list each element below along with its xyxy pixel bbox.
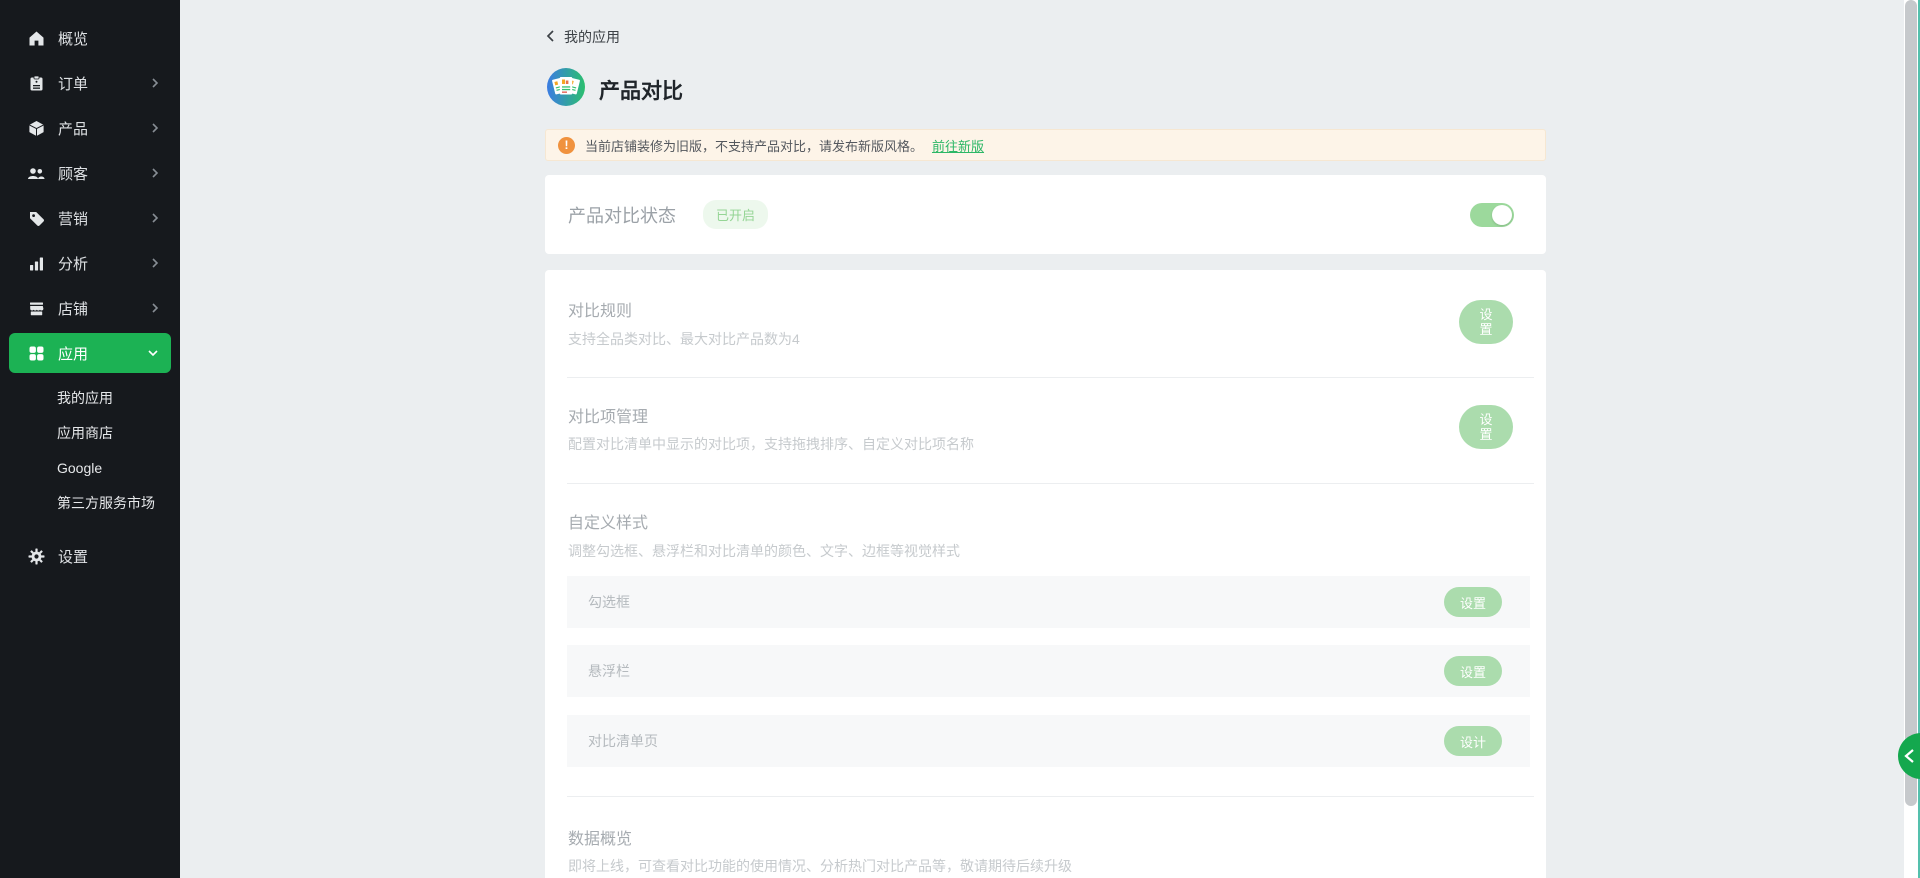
sidebar-subitem-my-apps[interactable]: 我的应用 <box>0 380 180 415</box>
section-title-custom-style: 自定义样式 <box>568 509 648 533</box>
divider <box>567 483 1534 484</box>
sidebar-item-overview[interactable]: 概览 <box>9 18 171 58</box>
subitem-label: 第三方服务市场 <box>57 493 155 513</box>
sidebar-item-label: 应用 <box>58 343 88 364</box>
status-badge: 已开启 <box>703 200 768 229</box>
go-new-version-link[interactable]: 前往新版 <box>932 136 984 155</box>
compare-rules-settings-button[interactable]: 设置 <box>1459 300 1513 344</box>
toggle-knob <box>1492 205 1512 225</box>
divider <box>567 377 1534 378</box>
app-logo-icon <box>547 68 585 111</box>
settings-card: 对比规则 支持全品类对比、最大对比产品数为4 设置 对比项管理 配置对比清单中显… <box>545 270 1546 878</box>
sidebar-item-analytics[interactable]: 分析 <box>9 243 171 283</box>
sidebar-item-products[interactable]: 产品 <box>9 108 171 148</box>
orders-icon <box>27 74 45 92</box>
row-label: 悬浮栏 <box>588 661 630 681</box>
scrollbar-thumb[interactable] <box>1905 0 1917 806</box>
store-icon <box>27 299 45 317</box>
section-subtitle-compare-rules: 支持全品类对比、最大对比产品数为4 <box>568 329 800 349</box>
apps-icon <box>27 344 45 362</box>
products-icon <box>27 119 45 137</box>
chevron-down-icon <box>147 349 159 357</box>
sidebar-item-orders[interactable]: 订单 <box>9 63 171 103</box>
sidebar-item-marketing[interactable]: 营销 <box>9 198 171 238</box>
sidebar-item-apps[interactable]: 应用 <box>9 333 171 373</box>
status-toggle[interactable] <box>1470 203 1514 227</box>
back-link[interactable]: 我的应用 <box>545 27 620 47</box>
subitem-label: 应用商店 <box>57 423 113 443</box>
style-row-compare-list-page: 对比清单页 设计 <box>567 715 1530 767</box>
sidebar-item-settings[interactable]: 设置 <box>9 536 171 576</box>
page-title: 产品对比 <box>599 75 683 105</box>
style-row-floating-bar: 悬浮栏 设置 <box>567 645 1530 697</box>
sidebar-item-label: 分析 <box>58 253 88 274</box>
customers-icon <box>27 164 45 182</box>
back-label: 我的应用 <box>564 27 620 47</box>
chevron-right-icon <box>151 167 159 179</box>
apps-submenu: 我的应用 应用商店 Google 第三方服务市场 <box>0 378 180 520</box>
subitem-label: 我的应用 <box>57 388 113 408</box>
compare-list-design-button[interactable]: 设计 <box>1444 726 1502 756</box>
main-area: 我的应用 <box>180 0 1920 878</box>
analytics-icon <box>27 254 45 272</box>
sidebar-item-label: 产品 <box>58 118 88 139</box>
sidebar-item-label: 订单 <box>58 73 88 94</box>
sidebar: 概览 订单 产品 顾客 营销 <box>0 0 180 878</box>
sidebar-item-label: 店铺 <box>58 298 88 319</box>
floating-bar-settings-button[interactable]: 设置 <box>1444 656 1502 686</box>
style-row-checkbox: 勾选框 设置 <box>567 576 1530 628</box>
section-subtitle-compare-items: 配置对比清单中显示的对比项，支持拖拽排序、自定义对比项名称 <box>568 434 974 454</box>
page-header: 产品对比 <box>547 68 683 111</box>
home-icon <box>27 29 45 47</box>
status-card: 产品对比状态 已开启 <box>545 175 1546 254</box>
section-subtitle-custom-style: 调整勾选框、悬浮栏和对比清单的颜色、文字、边框等视觉样式 <box>568 541 960 561</box>
warning-icon: ! <box>558 137 575 154</box>
chevron-right-icon <box>151 77 159 89</box>
sidebar-subitem-third-party-market[interactable]: 第三方服务市场 <box>0 485 180 520</box>
chevron-left-icon <box>1903 748 1915 764</box>
checkbox-settings-button[interactable]: 设置 <box>1444 587 1502 617</box>
compare-items-settings-button[interactable]: 设置 <box>1459 405 1513 449</box>
chevron-right-icon <box>151 257 159 269</box>
status-title: 产品对比状态 <box>568 202 676 228</box>
sidebar-item-customers[interactable]: 顾客 <box>9 153 171 193</box>
row-label: 对比清单页 <box>588 731 658 751</box>
chevron-left-icon <box>545 29 555 46</box>
sidebar-subitem-app-store[interactable]: 应用商店 <box>0 415 180 450</box>
warning-banner: ! 当前店铺装修为旧版，不支持产品对比，请发布新版风格。 前往新版 <box>545 129 1546 161</box>
section-title-compare-items: 对比项管理 <box>568 403 648 427</box>
section-subtitle-data-overview: 即将上线，可查看对比功能的使用情况、分析热门对比产品等，敬请期待后续升级 <box>568 856 1072 876</box>
subitem-label: Google <box>57 460 102 476</box>
sidebar-subitem-google[interactable]: Google <box>0 450 180 485</box>
row-label: 勾选框 <box>588 592 630 612</box>
warning-text: 当前店铺装修为旧版，不支持产品对比，请发布新版风格。 <box>585 136 923 155</box>
sidebar-item-store[interactable]: 店铺 <box>9 288 171 328</box>
sidebar-item-label: 概览 <box>58 28 88 49</box>
chevron-right-icon <box>151 302 159 314</box>
gear-icon <box>27 547 45 565</box>
section-title-compare-rules: 对比规则 <box>568 297 632 321</box>
sidebar-item-label: 顾客 <box>58 163 88 184</box>
marketing-icon <box>27 209 45 227</box>
chevron-right-icon <box>151 122 159 134</box>
sidebar-item-label: 设置 <box>58 546 88 567</box>
chevron-right-icon <box>151 212 159 224</box>
sidebar-item-label: 营销 <box>58 208 88 229</box>
section-title-data-overview: 数据概览 <box>568 825 632 849</box>
divider <box>567 796 1534 797</box>
